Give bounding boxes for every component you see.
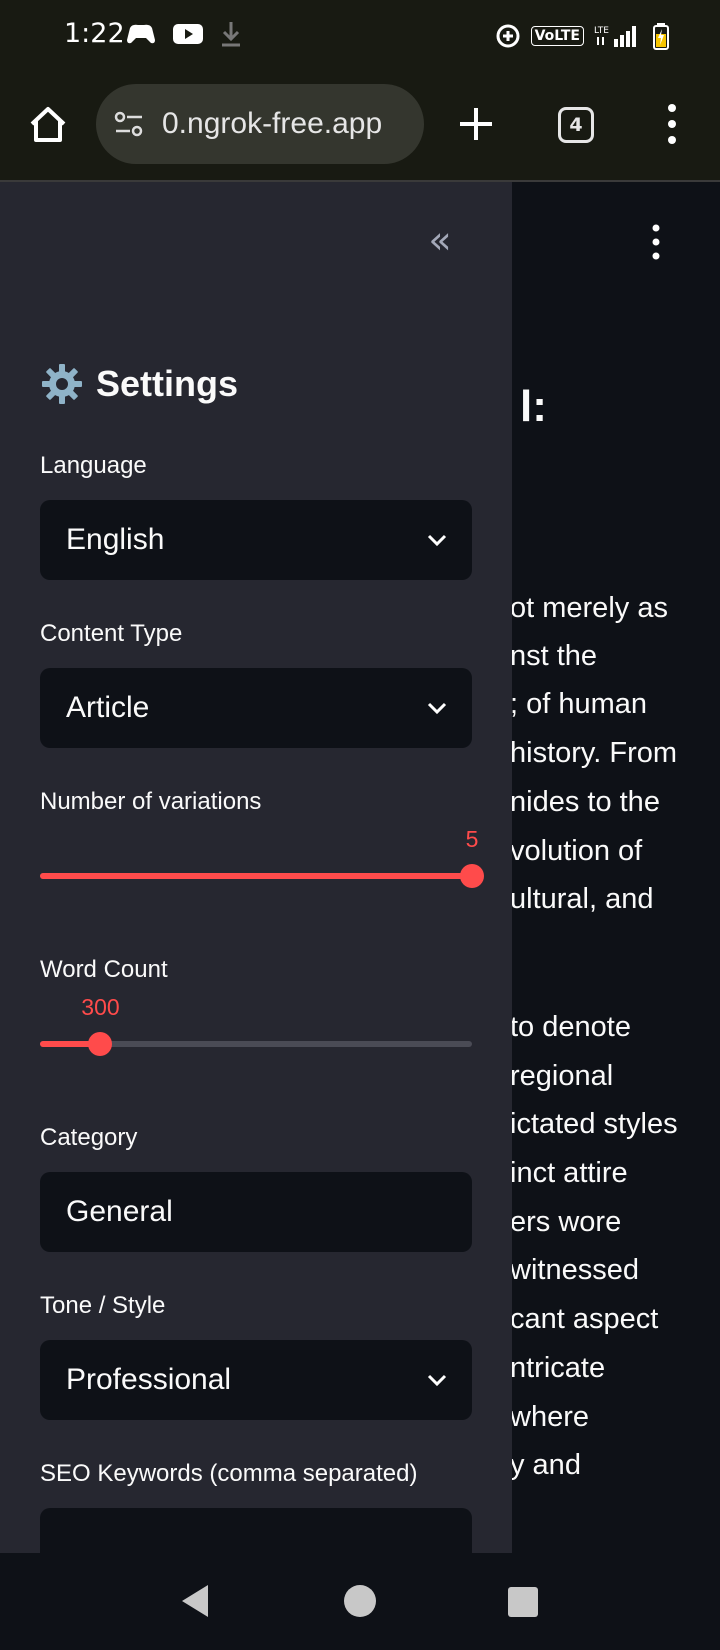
content-type-select[interactable]: Article [40, 668, 472, 748]
variations-label: Number of variations [40, 788, 262, 815]
battery-icon [653, 23, 669, 50]
status-bar: 1:22 VoLTE LTE [0, 0, 720, 72]
main-text-line: regional [510, 1060, 614, 1092]
gear-icon [42, 364, 82, 404]
main-text-line: inct attire [510, 1157, 628, 1189]
sidebar-title: Settings [40, 362, 238, 406]
main-text-line: to denote [510, 1011, 631, 1043]
slider-thumb[interactable] [88, 1032, 113, 1056]
main-text-line: ntricate [510, 1352, 606, 1384]
home-nav-icon[interactable] [344, 1585, 376, 1617]
content-type-value: Article [66, 691, 150, 724]
youtube-icon [173, 24, 203, 44]
tab-switcher-button[interactable]: 4 [558, 107, 594, 143]
main-text-line: y and [510, 1449, 581, 1481]
app-menu-icon[interactable] [648, 222, 664, 262]
main-text-line: volution of [510, 835, 643, 867]
word-count-value: 300 [81, 994, 120, 1020]
seo-keywords-input[interactable] [40, 1508, 472, 1553]
tone-value: Professional [66, 1363, 232, 1396]
main-text-line: where [510, 1401, 589, 1433]
main-text-line: ot merely as [510, 592, 668, 624]
browser-toolbar: 0.ngrok-free.app 4 [0, 72, 720, 182]
main-text-line: history. From [510, 737, 678, 769]
tone-select[interactable]: Professional [40, 1340, 472, 1420]
main-text-line: ultural, and [510, 883, 654, 915]
word-count-slider[interactable] [40, 1022, 472, 1066]
main-text-line: nides to the [510, 786, 660, 818]
variations-slider[interactable] [40, 854, 484, 898]
slider-fill [40, 873, 472, 879]
language-select[interactable]: English [40, 500, 472, 580]
tone-label: Tone / Style [40, 1292, 166, 1319]
recents-icon[interactable] [508, 1587, 538, 1617]
site-settings-icon[interactable] [112, 107, 146, 141]
main-text-line: ers wore [510, 1206, 622, 1238]
url-text: 0.ngrok-free.app [162, 107, 383, 140]
category-label: Category [40, 1124, 138, 1151]
home-icon[interactable] [26, 102, 70, 146]
signal-icon: LTE [594, 26, 636, 47]
seo-label: SEO Keywords (comma separated) [40, 1460, 418, 1487]
browser-menu-icon[interactable] [664, 102, 680, 146]
word-count-label: Word Count [40, 956, 168, 983]
volte-badge: VoLTE [530, 26, 584, 46]
data-saver-icon [496, 24, 520, 48]
main-text-line: cant aspect [510, 1303, 659, 1335]
language-value: English [66, 523, 165, 556]
language-label: Language [40, 452, 147, 479]
main-heading: l: [520, 382, 547, 431]
back-icon[interactable] [180, 1583, 210, 1619]
download-icon [222, 22, 240, 47]
category-value: General [66, 1195, 173, 1228]
slider-thumb[interactable] [460, 864, 484, 888]
chevron-down-icon [427, 702, 447, 715]
category-input[interactable]: General [40, 1172, 472, 1252]
main-text-line: witnessed [510, 1254, 639, 1286]
variations-value: 5 [465, 826, 479, 852]
chevron-down-icon [427, 534, 447, 547]
system-nav-bar [0, 1553, 720, 1650]
svg-text:LTE: LTE [594, 26, 609, 36]
gamepad-icon [127, 24, 155, 44]
status-time: 1:22 [64, 18, 125, 49]
content-type-label: Content Type [40, 620, 183, 647]
main-text-line: ; of human [510, 688, 648, 720]
collapse-sidebar-icon[interactable]: « [420, 220, 460, 260]
new-tab-icon[interactable] [456, 104, 496, 144]
main-text-line: ictated styles [510, 1108, 678, 1140]
main-text-line: nst the [510, 640, 598, 672]
settings-sidebar: « Settings Language English Content Type… [0, 182, 512, 1553]
chevron-down-icon [427, 1374, 447, 1387]
address-bar[interactable]: 0.ngrok-free.app [96, 84, 424, 164]
sidebar-title-text: Settings [96, 363, 239, 404]
